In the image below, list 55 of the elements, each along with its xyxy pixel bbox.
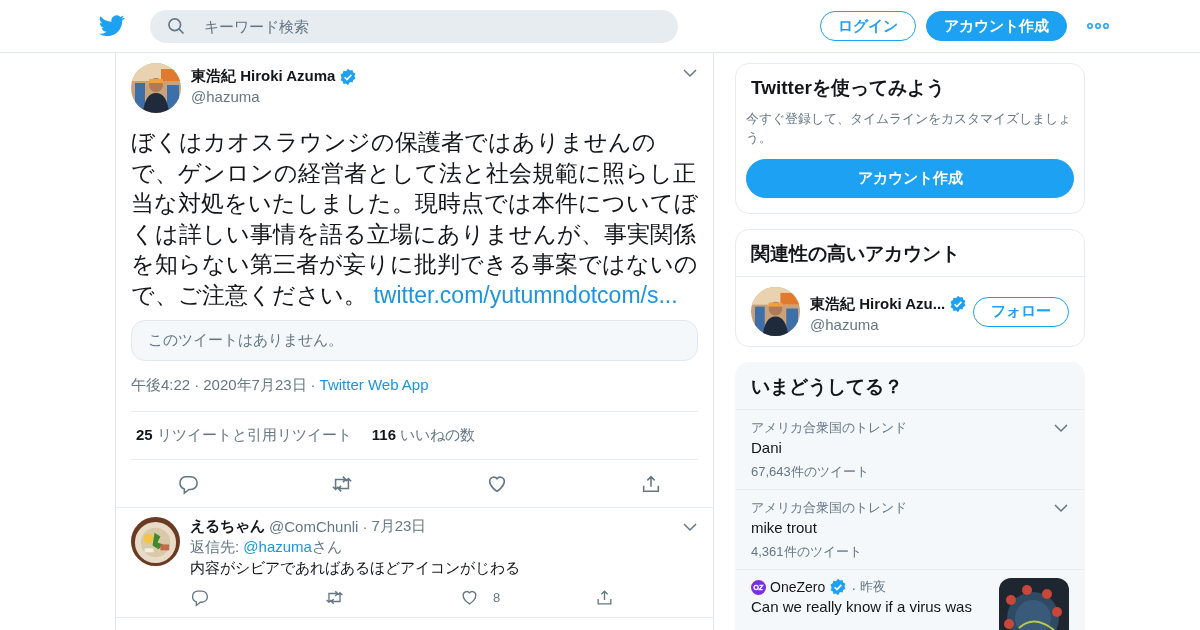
retweet-icon[interactable] bbox=[331, 473, 354, 495]
news-time: 昨夜 bbox=[860, 578, 887, 596]
separator-dot: · bbox=[310, 376, 316, 395]
trend-context: アメリカ合衆国のトレンド bbox=[751, 499, 907, 517]
card-title: いまどうしてる？ bbox=[736, 363, 1084, 410]
retweet-icon[interactable] bbox=[325, 588, 344, 607]
like-count: 8 bbox=[493, 590, 501, 605]
login-button[interactable]: ログイン bbox=[820, 11, 916, 41]
reply-icon[interactable] bbox=[190, 588, 209, 607]
author-handle: @hazuma bbox=[191, 88, 261, 105]
share-icon[interactable] bbox=[595, 588, 614, 607]
account-handle: @hazuma bbox=[810, 315, 880, 333]
bird-icon[interactable] bbox=[99, 15, 125, 37]
tweet-count: 67,643件のツイート bbox=[751, 463, 870, 481]
search-field[interactable]: キーワード検索 bbox=[150, 9, 678, 43]
reply-date: 7月23日 bbox=[371, 517, 427, 536]
tweet-date: 2020年7月23日 bbox=[203, 376, 307, 395]
follow-button[interactable]: フォロー bbox=[973, 296, 1069, 327]
separator-dot: · bbox=[851, 578, 857, 596]
signup-button[interactable]: アカウント作成 bbox=[746, 159, 1074, 198]
signup-button[interactable]: アカウント作成 bbox=[926, 11, 1067, 41]
trend-name: mike trout bbox=[751, 519, 818, 536]
reply-icon[interactable] bbox=[177, 473, 200, 495]
search-input[interactable]: キーワード検索 bbox=[202, 16, 678, 36]
stat-link[interactable]: 116 いいねの数 bbox=[371, 426, 476, 445]
card-title: 関連性の高いアカウント bbox=[736, 230, 1084, 277]
author-name: 東浩紀 Hiroki Azuma bbox=[191, 67, 336, 86]
card-title: Twitterを使ってみよう bbox=[750, 76, 946, 100]
trend-item[interactable]: アメリカ合衆国のトレンド mike trout 4,361件のツイート bbox=[736, 490, 1084, 570]
reply-author-handle: @ComChunli bbox=[269, 518, 359, 535]
separator-dot: · bbox=[362, 518, 368, 535]
news-source: OneZero bbox=[770, 579, 826, 595]
news-item[interactable]: OneZero · 昨夜 Can we really know if a virus was bbox=[736, 570, 1084, 630]
tweet-link[interactable]: twitter.com/yutumndotcom/s... bbox=[373, 281, 678, 308]
search-icon bbox=[166, 16, 186, 36]
more-icon[interactable] bbox=[1087, 23, 1109, 29]
unavailable-quote: このツイートはありません。 bbox=[131, 320, 698, 361]
trend-item[interactable]: アメリカ合衆国のトレンド Dani 67,643件のツイート bbox=[736, 410, 1084, 490]
reply-author-name: えるちゃん bbox=[190, 517, 265, 536]
trend-name: Dani bbox=[751, 439, 783, 456]
tweet-text: ぼくはカオスラウンジの保護者ではありませんので、ゲンロンの経営者として法と社会規範に照らし正当な対処をいたしました。現時点では本件についてぼくは詳しい事情を語る立場にありませんが、事実関係を知らない第三者が妄りに批判できる事案ではないので、ご注意ください。 twitter.com/yutumndotcom/s... bbox=[131, 128, 699, 310]
replying-to-text: 返信先: @hazumaさん bbox=[190, 538, 343, 557]
tweet-count: 4,361件のツイート bbox=[751, 543, 863, 561]
mention-link[interactable]: @hazuma bbox=[243, 538, 312, 555]
account-name: 東浩紀 Hiroki Azu... bbox=[810, 294, 946, 314]
source-link[interactable]: Twitter Web App bbox=[319, 376, 429, 395]
news-headline: Can we really know if a virus was bbox=[751, 598, 973, 615]
stat-link[interactable]: 25 リツイートと引用リツイート bbox=[136, 426, 352, 445]
reply-text: 内容がシビアであればあるほどアイコンがじわる bbox=[190, 559, 521, 578]
separator-dot: · bbox=[194, 376, 200, 395]
tweet-time: 午後4:22 bbox=[131, 376, 191, 395]
source-logo-icon bbox=[751, 579, 766, 595]
card-description: 今すぐ登録して、タイムラインをカスタマイズしましょう。 bbox=[746, 110, 1072, 147]
heart-icon[interactable] bbox=[460, 588, 479, 607]
trend-context: アメリカ合衆国のトレンド bbox=[751, 419, 907, 437]
